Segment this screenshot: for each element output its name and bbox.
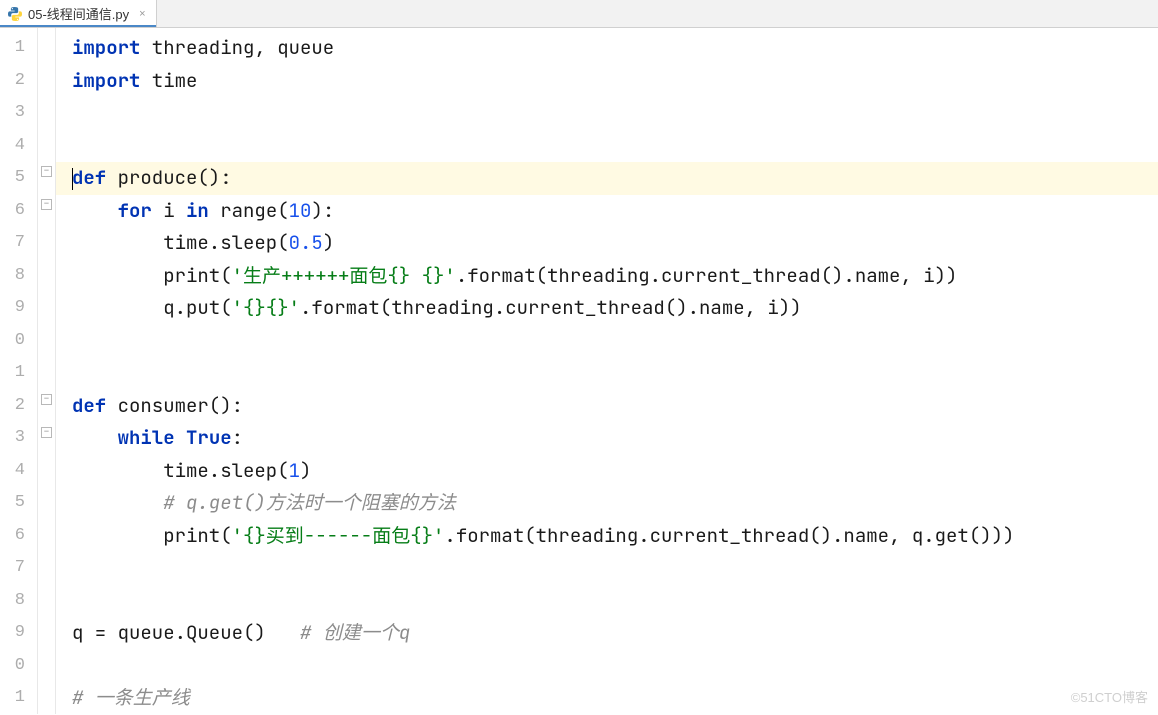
fold-toggle-icon[interactable]: − bbox=[41, 427, 52, 438]
line-number: 5 bbox=[0, 487, 37, 520]
code-line: for i in range(10): bbox=[72, 195, 1158, 228]
line-number: 8 bbox=[0, 585, 37, 618]
file-tab[interactable]: 05-线程间通信.py × bbox=[0, 0, 157, 27]
line-number: 4 bbox=[0, 455, 37, 488]
line-number: 3 bbox=[0, 422, 37, 455]
code-line bbox=[72, 97, 1158, 130]
code-line: # q.get()方法时一个阻塞的方法 bbox=[72, 487, 1158, 520]
line-number: 3 bbox=[0, 97, 37, 130]
code-line bbox=[72, 552, 1158, 585]
line-number-gutter: 1 2 3 4 5 6 7 8 9 0 1 2 3 4 5 6 7 8 9 0 … bbox=[0, 28, 38, 714]
watermark-text: ©51CTO博客 bbox=[1071, 687, 1148, 706]
code-line bbox=[72, 650, 1158, 683]
code-line bbox=[72, 130, 1158, 163]
line-number: 6 bbox=[0, 520, 37, 553]
code-line: while True: bbox=[72, 422, 1158, 455]
line-number: 0 bbox=[0, 325, 37, 358]
tab-filename: 05-线程间通信.py bbox=[28, 4, 129, 23]
line-number: 5 bbox=[0, 162, 37, 195]
line-number: 2 bbox=[0, 65, 37, 98]
line-number: 1 bbox=[0, 32, 37, 65]
code-line bbox=[72, 325, 1158, 358]
code-line: q.put('{}{}'.format(threading.current_th… bbox=[72, 292, 1158, 325]
code-line: import time bbox=[72, 65, 1158, 98]
code-line bbox=[72, 585, 1158, 618]
code-line-current: def produce(): bbox=[56, 162, 1158, 195]
line-number: 7 bbox=[0, 552, 37, 585]
fold-toggle-icon[interactable]: − bbox=[41, 199, 52, 210]
line-number: 8 bbox=[0, 260, 37, 293]
code-line: def consumer(): bbox=[72, 390, 1158, 423]
line-number: 6 bbox=[0, 195, 37, 228]
code-line bbox=[72, 357, 1158, 390]
code-line: import threading, queue bbox=[72, 32, 1158, 65]
line-number: 2 bbox=[0, 390, 37, 423]
line-number: 4 bbox=[0, 130, 37, 163]
code-line: q = queue.Queue() # 创建一个q bbox=[72, 617, 1158, 650]
code-line: print('生产++++++面包{} {}'.format(threading… bbox=[72, 260, 1158, 293]
code-line: print('{}买到------面包{}'.format(threading.… bbox=[72, 520, 1158, 553]
line-number: 0 bbox=[0, 650, 37, 683]
python-file-icon bbox=[8, 7, 22, 21]
fold-toggle-icon[interactable]: − bbox=[41, 166, 52, 177]
line-number: 9 bbox=[0, 617, 37, 650]
line-number: 1 bbox=[0, 682, 37, 715]
close-icon[interactable]: × bbox=[139, 8, 145, 20]
line-number: 9 bbox=[0, 292, 37, 325]
code-line: # 一条生产线 bbox=[72, 682, 1158, 715]
active-tab-indicator bbox=[0, 25, 156, 27]
fold-toggle-icon[interactable]: − bbox=[41, 394, 52, 405]
code-line: time.sleep(1) bbox=[72, 455, 1158, 488]
fold-column: − − − − bbox=[38, 28, 56, 714]
line-number: 1 bbox=[0, 357, 37, 390]
line-number: 7 bbox=[0, 227, 37, 260]
tab-bar: 05-线程间通信.py × bbox=[0, 0, 1158, 28]
code-content[interactable]: import threading, queue import time def … bbox=[56, 28, 1158, 714]
code-line: time.sleep(0.5) bbox=[72, 227, 1158, 260]
editor-area: 1 2 3 4 5 6 7 8 9 0 1 2 3 4 5 6 7 8 9 0 … bbox=[0, 28, 1158, 714]
